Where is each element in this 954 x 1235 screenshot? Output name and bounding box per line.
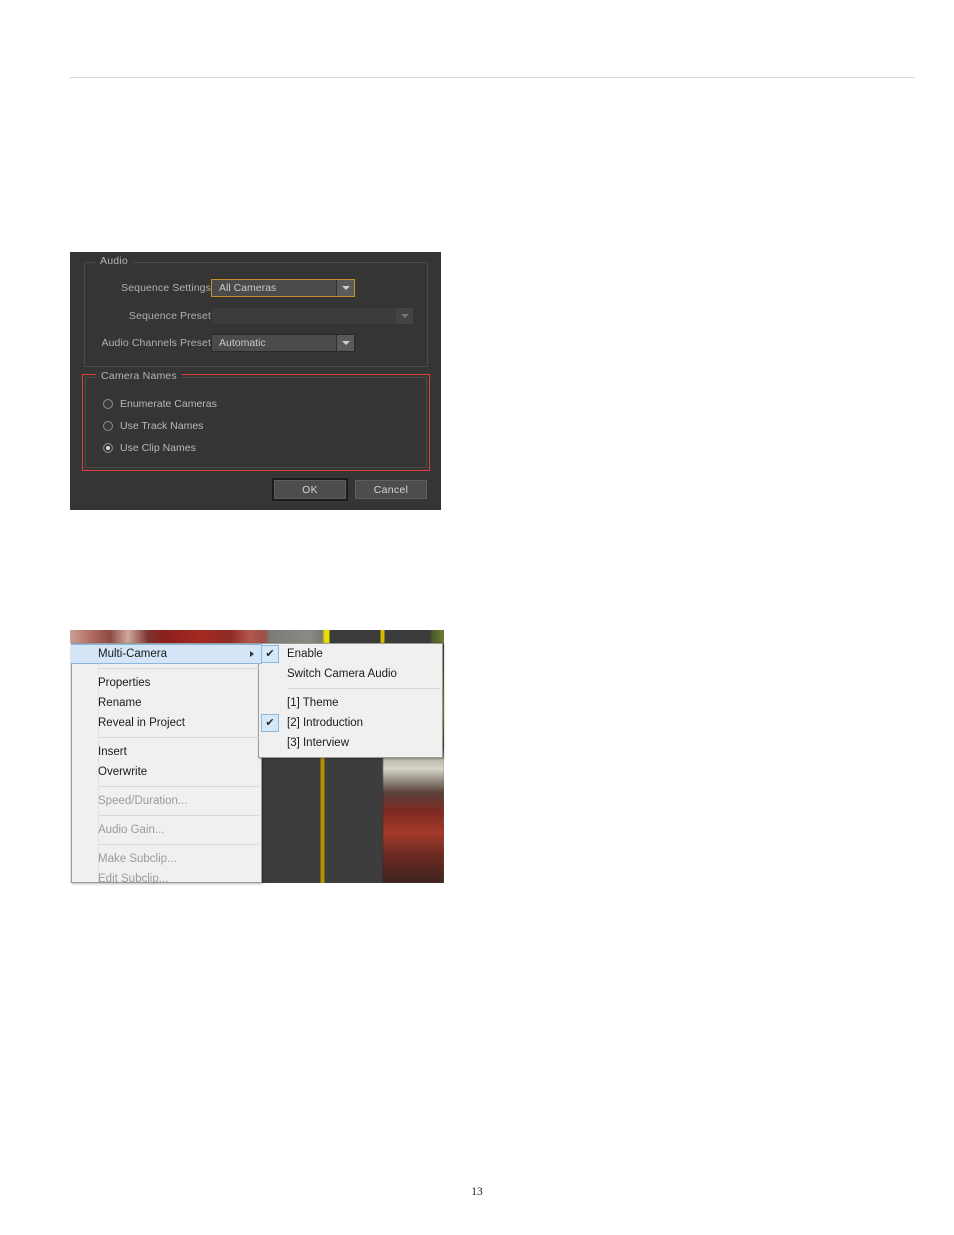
chevron-down-icon: [395, 308, 413, 324]
clip-thumbnail-row: [70, 630, 444, 643]
submenu-item-label: [1] Theme: [287, 697, 339, 709]
checkmark-icon[interactable]: ✔: [261, 645, 279, 663]
checkmark-icon[interactable]: ✔: [261, 714, 279, 732]
multicamera-source-sequence-dialog: Audio Sequence Settings: All Cameras Seq…: [70, 252, 441, 510]
chevron-right-icon: [250, 651, 254, 657]
menu-separator: [99, 786, 259, 787]
cancel-button[interactable]: Cancel: [355, 480, 427, 499]
menu-item-insert[interactable]: Insert: [72, 742, 261, 762]
audio-channels-preset-dropdown[interactable]: Automatic: [211, 334, 355, 352]
menu-separator: [99, 737, 259, 738]
menu-item-label: Insert: [98, 746, 127, 758]
menu-separator: [99, 815, 259, 816]
radio-use-clip-names[interactable]: Use Clip Names: [103, 440, 196, 456]
sequence-preset-row: Sequence Preset:: [86, 307, 214, 325]
ok-button[interactable]: OK: [272, 478, 348, 501]
chevron-down-icon[interactable]: [336, 280, 354, 296]
radio-use-clip-names-label: Use Clip Names: [120, 442, 196, 454]
menu-item-label: Properties: [98, 677, 151, 689]
page-number: 13: [471, 1186, 483, 1198]
menu-item-reveal-in-project[interactable]: Reveal in Project: [72, 713, 261, 733]
menu-item-make-subclip: Make Subclip...: [72, 849, 261, 869]
sequence-settings-label: Sequence Settings:: [121, 282, 214, 294]
radio-icon[interactable]: [103, 399, 113, 409]
menu-item-label: Overwrite: [98, 766, 148, 778]
sequence-settings-dropdown[interactable]: All Cameras: [211, 279, 355, 297]
submenu-item-label: [2] Introduction: [287, 717, 364, 729]
submenu-item-camera-3[interactable]: [3] Interview: [259, 733, 442, 753]
menu-item-label: Reveal in Project: [98, 717, 185, 729]
radio-enumerate-cameras[interactable]: Enumerate Cameras: [103, 396, 217, 412]
submenu-item-switch-camera-audio[interactable]: Switch Camera Audio: [259, 664, 442, 684]
submenu-item-label: [3] Interview: [287, 737, 349, 749]
menu-item-label: Make Subclip...: [98, 853, 177, 865]
radio-enumerate-cameras-label: Enumerate Cameras: [120, 398, 217, 410]
chevron-down-icon[interactable]: [336, 335, 354, 351]
menu-item-multi-camera[interactable]: Multi-Camera: [71, 644, 262, 664]
camera-names-group-title: Camera Names: [96, 370, 182, 382]
submenu-item-camera-2[interactable]: ✔ [2] Introduction: [259, 713, 442, 733]
menu-item-rename[interactable]: Rename: [72, 693, 261, 713]
menu-item-properties[interactable]: Properties: [72, 673, 261, 693]
submenu-item-label: Switch Camera Audio: [287, 668, 397, 680]
sequence-settings-row: Sequence Settings:: [86, 279, 214, 297]
menu-item-label: Multi-Camera: [98, 648, 168, 660]
radio-selected-icon[interactable]: [103, 443, 113, 453]
sequence-settings-value: All Cameras: [219, 282, 277, 294]
audio-channels-preset-label: Audio Channels Preset:: [101, 337, 214, 349]
multi-camera-submenu[interactable]: ✔ Enable Switch Camera Audio [1] Theme ✔…: [258, 643, 443, 758]
page-header-rule: [70, 77, 915, 78]
menu-separator: [99, 668, 259, 669]
sequence-preset-dropdown: [211, 307, 414, 325]
audio-channels-preset-value: Automatic: [219, 337, 266, 349]
audio-channels-preset-row: Audio Channels Preset:: [78, 334, 214, 352]
submenu-item-label: Enable: [287, 648, 323, 660]
menu-separator: [99, 844, 259, 845]
menu-item-label: Edit Subclip...: [98, 873, 169, 885]
radio-use-track-names[interactable]: Use Track Names: [103, 418, 203, 434]
menu-item-edit-subclip: Edit Subclip...: [72, 869, 261, 889]
timeline-context-menu-figure: Multi-Camera Properties Rename Reveal in…: [70, 630, 444, 885]
audio-group-title: Audio: [95, 255, 133, 267]
radio-icon[interactable]: [103, 421, 113, 431]
menu-item-speed-duration: Speed/Duration...: [72, 791, 261, 811]
menu-item-audio-gain: Audio Gain...: [72, 820, 261, 840]
submenu-item-camera-1[interactable]: [1] Theme: [259, 693, 442, 713]
sequence-preset-label: Sequence Preset:: [128, 310, 214, 322]
menu-item-label: Audio Gain...: [98, 824, 165, 836]
menu-item-label: Rename: [98, 697, 142, 709]
submenu-item-enable[interactable]: ✔ Enable: [259, 644, 442, 664]
menu-item-overwrite[interactable]: Overwrite: [72, 762, 261, 782]
radio-use-track-names-label: Use Track Names: [120, 420, 204, 432]
submenu-separator: [287, 688, 440, 689]
menu-item-label: Speed/Duration...: [98, 795, 188, 807]
clip-context-menu[interactable]: Multi-Camera Properties Rename Reveal in…: [71, 643, 262, 885]
